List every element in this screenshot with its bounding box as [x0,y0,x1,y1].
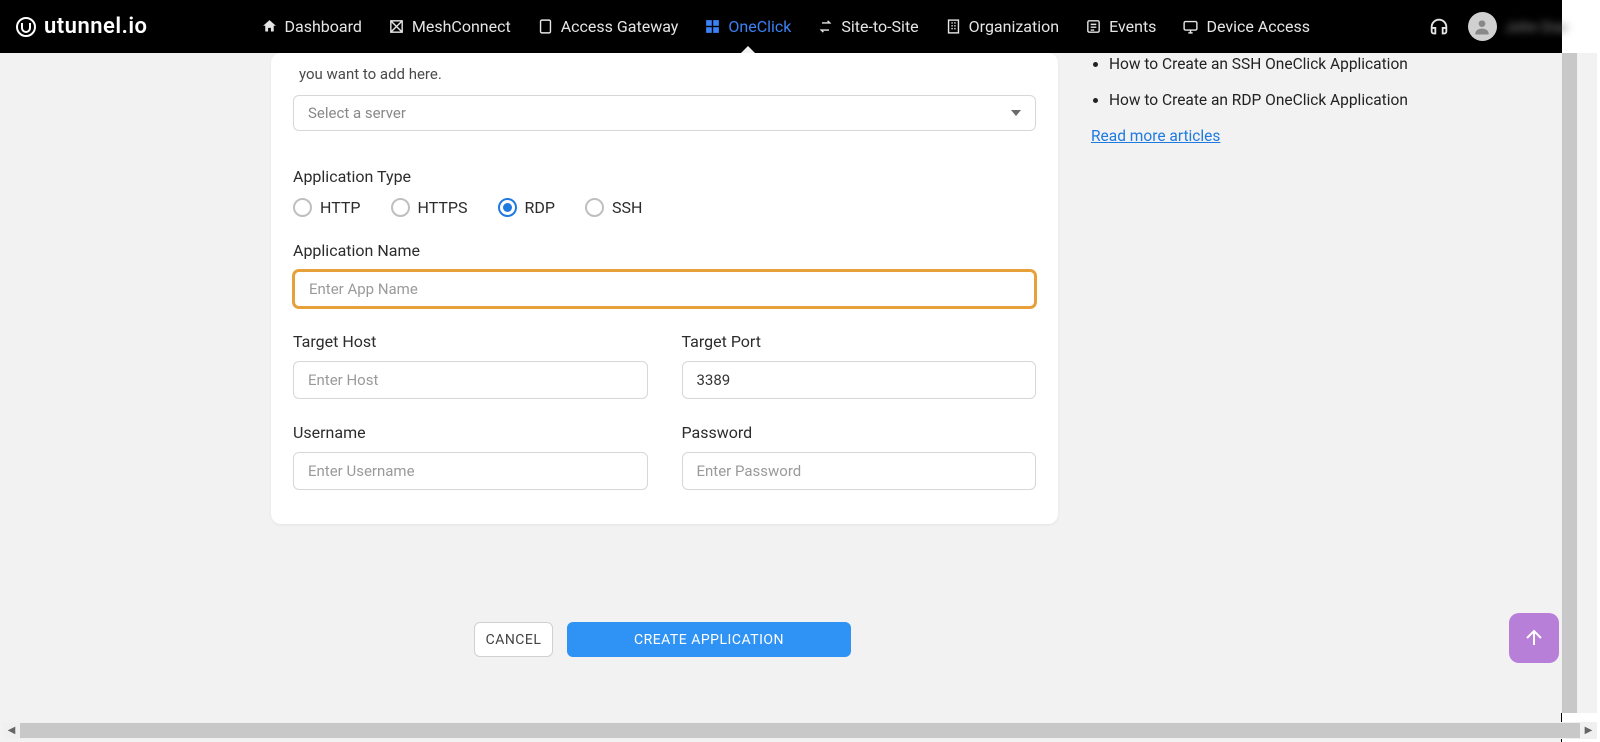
brand-text: utunnel.io [44,14,148,39]
arrow-up-icon [1522,626,1546,650]
info-text: you want to add here. [285,53,1036,95]
create-button-label: CREATE APPLICATION [634,632,784,648]
radio-icon [391,198,410,217]
app-type-radios: HTTP HTTPS RDP SSH [293,198,1036,217]
radio-ssh-label: SSH [612,198,642,217]
nav-organization-label: Organization [969,17,1059,36]
nav-sitetosite-label: Site-to-Site [841,17,918,36]
scrollbar-thumb[interactable] [20,723,1580,738]
nav-accessgateway[interactable]: Access Gateway [524,0,692,53]
server-select[interactable]: Select a server [293,95,1036,131]
nav-oneclick[interactable]: OneClick [691,0,804,53]
username-input[interactable] [293,452,648,490]
target-port-label: Target Port [682,332,1037,351]
grid-icon [704,18,721,35]
user-name: John Doe [1505,18,1568,36]
workspace: you want to add here. Select a server Ap… [3,53,1597,713]
nav-sitetosite[interactable]: Site-to-Site [804,0,931,53]
radio-http[interactable]: HTTP [293,198,361,217]
nav-deviceaccess-label: Device Access [1206,17,1310,36]
form-card: you want to add here. Select a server Ap… [271,53,1058,524]
nav-events[interactable]: Events [1072,0,1169,53]
target-host-label: Target Host [293,332,648,351]
radio-https-label: HTTPS [418,198,468,217]
vertical-scrollbar[interactable] [1561,53,1578,713]
nav-meshconnect-label: MeshConnect [412,17,511,36]
cancel-button[interactable]: CANCEL [474,622,553,657]
scroll-right-arrow[interactable]: ▶ [1580,722,1597,739]
nav-deviceaccess[interactable]: Device Access [1169,0,1323,53]
chevron-down-icon [1011,110,1021,116]
brand-icon [14,15,38,39]
nav-events-label: Events [1109,17,1156,36]
cancel-button-label: CANCEL [486,632,542,648]
nav-accessgateway-label: Access Gateway [561,17,679,36]
help-article-rdp[interactable]: How to Create an RDP OneClick Applicatio… [1109,89,1451,111]
nav-items: Dashboard MeshConnect Access Gateway One… [248,0,1323,53]
radio-icon [293,198,312,217]
radio-icon [498,198,517,217]
headset-icon[interactable] [1428,16,1450,38]
horizontal-scrollbar[interactable]: ◀ ▶ [3,722,1597,739]
nav-oneclick-label: OneClick [728,17,791,36]
mesh-icon [388,18,405,35]
radio-https[interactable]: HTTPS [391,198,468,217]
app-type-label: Application Type [293,167,1036,186]
gateway-icon [537,18,554,35]
monitor-icon [1182,18,1199,35]
create-application-button[interactable]: CREATE APPLICATION [567,622,851,657]
nav-dashboard-label: Dashboard [285,17,362,36]
password-input[interactable] [682,452,1037,490]
person-icon [1472,17,1492,37]
help-panel: How to Create an SSH OneClick Applicatio… [1091,53,1451,145]
target-host-input[interactable] [293,361,648,399]
username-label: Username [293,423,648,442]
top-nav: utunnel.io Dashboard MeshConnect Access … [0,0,1600,53]
nav-dashboard[interactable]: Dashboard [248,0,375,53]
scroll-left-arrow[interactable]: ◀ [3,722,20,739]
brand-logo[interactable]: utunnel.io [14,14,148,39]
nav-meshconnect[interactable]: MeshConnect [375,0,524,53]
radio-icon [585,198,604,217]
target-port-input[interactable] [682,361,1037,399]
radio-rdp[interactable]: RDP [498,198,555,217]
app-name-label: Application Name [293,241,1036,260]
building-icon [945,18,962,35]
scroll-top-fab[interactable] [1509,613,1559,663]
scrollbar-thumb[interactable] [1562,53,1577,713]
list-icon [1085,18,1102,35]
radio-rdp-label: RDP [525,198,555,217]
nav-organization[interactable]: Organization [932,0,1072,53]
home-icon [261,18,278,35]
server-select-placeholder: Select a server [308,104,406,122]
radio-ssh[interactable]: SSH [585,198,642,217]
app-name-input[interactable] [293,270,1036,308]
read-more-link[interactable]: Read more articles [1091,127,1220,145]
password-label: Password [682,423,1037,442]
help-article-ssh[interactable]: How to Create an SSH OneClick Applicatio… [1109,53,1451,75]
radio-http-label: HTTP [320,198,361,217]
action-buttons: CANCEL CREATE APPLICATION [474,622,851,657]
swap-icon [817,18,834,35]
avatar [1468,12,1497,41]
